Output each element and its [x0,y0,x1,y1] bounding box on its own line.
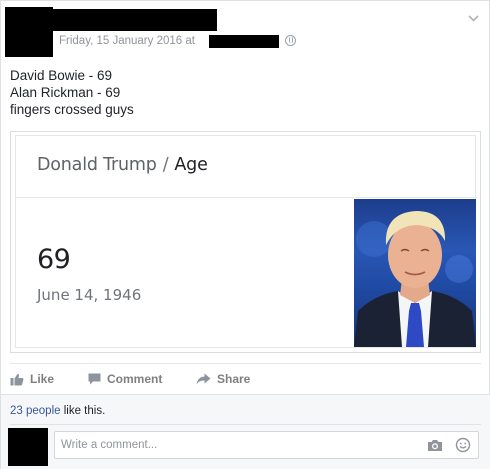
likes-suffix: like this. [60,405,106,417]
share-button[interactable]: Share [196,372,250,386]
like-summary: 23 people like this. [10,405,105,417]
attribute-name: Age [174,155,208,175]
thumbs-up-icon [10,373,24,385]
globe-icon[interactable] [285,35,296,46]
birth-date: June 14, 1946 [37,286,142,304]
likes-count-link[interactable]: 23 people [10,405,61,417]
comment-label: Comment [107,372,163,386]
redacted-author-name [37,9,217,31]
comment-composer [54,431,479,459]
share-icon [196,373,211,385]
knowledge-card-header: Donald Trump / Age [16,136,477,198]
comment-button[interactable]: Comment [88,372,162,386]
camera-icon[interactable] [427,439,443,452]
post-line: Alan Rickman - 69 [10,85,121,100]
chevron-down-icon[interactable] [468,13,479,24]
comment-input[interactable] [55,432,415,458]
post-action-bar: Like Comment Share [10,363,481,393]
emoji-icon[interactable] [455,437,471,453]
age-value: 69 [37,244,71,275]
post-line: fingers crossed guys [10,102,134,117]
comment-icon [88,373,101,385]
like-label: Like [30,372,55,386]
post-card: Friday, 15 January 2016 at David Bowie -… [0,0,490,469]
share-label: Share [217,372,251,386]
title-separator: / [162,155,169,175]
post-timestamp[interactable]: Friday, 15 January 2016 at [59,35,195,47]
post-footer: 23 people like this. [1,394,490,469]
divider [10,424,481,425]
entity-name: Donald Trump [37,155,157,175]
knowledge-card-title: Donald Trump / Age [37,155,208,175]
portrait-photo [354,199,476,347]
redacted-commenter-avatar [8,428,48,466]
post-line: David Bowie - 69 [10,68,113,83]
attached-image[interactable]: Donald Trump / Age 69 June 14, 1946 [10,131,481,353]
knowledge-card: Donald Trump / Age 69 June 14, 1946 [15,135,477,348]
like-button[interactable]: Like [10,372,54,386]
post-message: David Bowie - 69 Alan Rickman - 69 finge… [10,67,134,118]
redacted-time [209,35,279,48]
